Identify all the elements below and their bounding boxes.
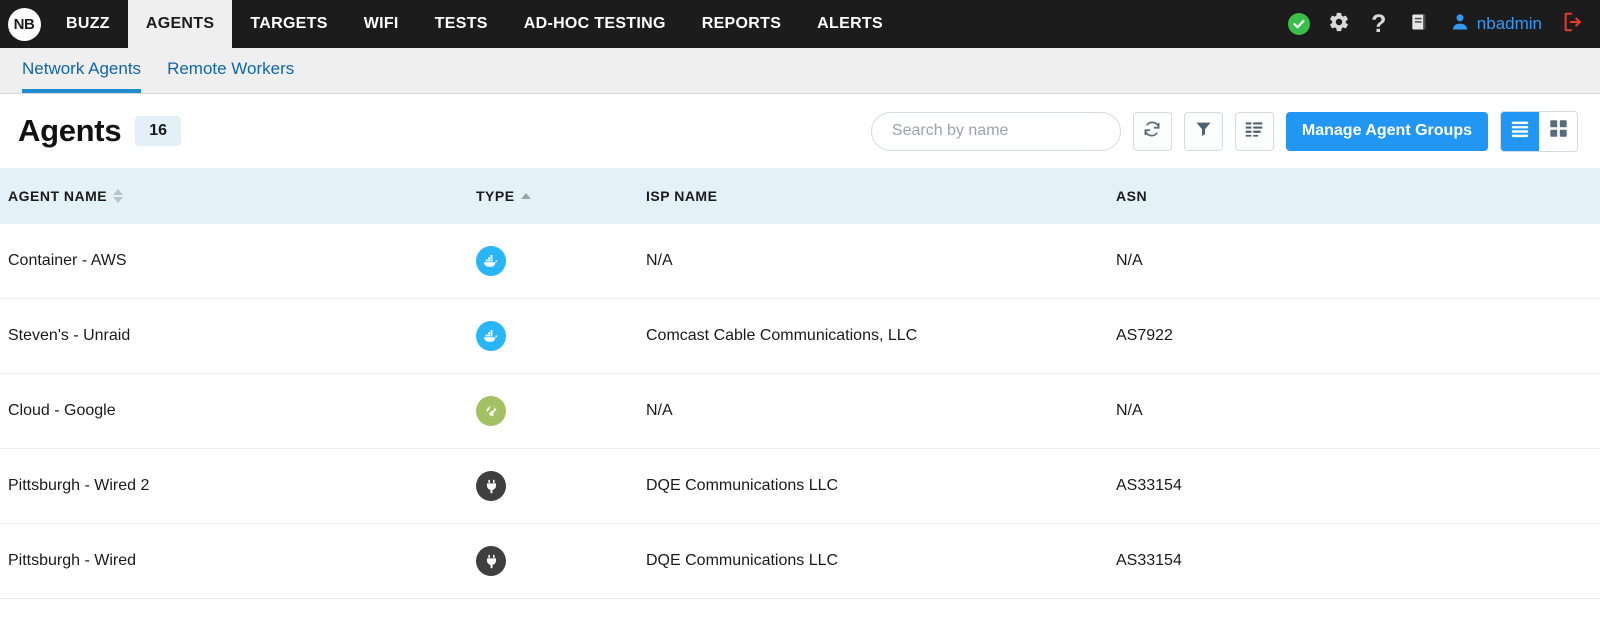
nav-item-agents[interactable]: AGENTS bbox=[128, 0, 232, 48]
nav-item-reports[interactable]: REPORTS bbox=[684, 0, 799, 48]
cell-isp-name: N/A bbox=[646, 252, 1116, 270]
search-input[interactable] bbox=[871, 112, 1121, 151]
cell-isp-name: Comcast Cable Communications, LLC bbox=[646, 327, 1116, 345]
settings-button[interactable] bbox=[1322, 7, 1356, 41]
cell-type bbox=[476, 246, 646, 276]
documentation-button[interactable] bbox=[1402, 7, 1436, 41]
cell-isp-name: DQE Communications LLC bbox=[646, 552, 1116, 570]
cell-asn: AS33154 bbox=[1116, 477, 1600, 495]
cell-asn: N/A bbox=[1116, 402, 1600, 420]
cell-asn: AS7922 bbox=[1116, 327, 1600, 345]
cell-asn: N/A bbox=[1116, 252, 1600, 270]
logout-button[interactable] bbox=[1556, 7, 1590, 41]
column-header-type[interactable]: TYPE bbox=[476, 188, 646, 204]
page-toolbar: Manage Agent Groups bbox=[871, 111, 1578, 152]
book-icon bbox=[1409, 12, 1429, 37]
cell-isp-name: N/A bbox=[646, 402, 1116, 420]
user-menu[interactable]: nbadmin bbox=[1442, 7, 1550, 41]
cloud-globe-icon bbox=[476, 396, 506, 426]
list-view-button[interactable] bbox=[1501, 112, 1539, 151]
table-header-row: AGENT NAME TYPE ISP NAME ASN bbox=[0, 168, 1600, 224]
manage-agent-groups-button[interactable]: Manage Agent Groups bbox=[1286, 112, 1488, 151]
nav-item-ad-hoc-testing[interactable]: AD-HOC TESTING bbox=[506, 0, 684, 48]
list-view-icon bbox=[1510, 120, 1530, 143]
gear-icon bbox=[1328, 11, 1350, 38]
nav-item-wifi[interactable]: WIFI bbox=[346, 0, 417, 48]
cell-isp-name: DQE Communications LLC bbox=[646, 477, 1116, 495]
sort-both-icon bbox=[113, 189, 123, 203]
cell-agent-name: Steven's - Unraid bbox=[0, 327, 476, 345]
nav-item-tests[interactable]: TESTS bbox=[417, 0, 506, 48]
primary-nav-items: BUZZ AGENTS TARGETS WIFI TESTS AD-HOC TE… bbox=[48, 0, 901, 48]
nav-item-alerts[interactable]: ALERTS bbox=[799, 0, 901, 48]
logo-text: NB bbox=[8, 8, 41, 41]
agents-table: AGENT NAME TYPE ISP NAME ASN Container -… bbox=[0, 168, 1600, 599]
docker-icon bbox=[476, 321, 506, 351]
view-mode-toggle bbox=[1500, 111, 1578, 152]
secondary-navigation: Network Agents Remote Workers bbox=[0, 48, 1600, 94]
column-settings-button[interactable] bbox=[1235, 112, 1274, 151]
cell-type bbox=[476, 471, 646, 501]
table-row[interactable]: Pittsburgh - Wired DQE Communications LL… bbox=[0, 524, 1600, 599]
column-header-type-label: TYPE bbox=[476, 188, 515, 204]
column-header-isp-name-label: ISP NAME bbox=[646, 188, 717, 204]
logout-icon bbox=[1562, 11, 1584, 38]
refresh-button[interactable] bbox=[1133, 112, 1172, 151]
top-nav-actions: ? nbadmin bbox=[1282, 0, 1600, 48]
cell-agent-name: Container - AWS bbox=[0, 252, 476, 270]
user-name-label: nbadmin bbox=[1477, 14, 1542, 34]
user-avatar-icon bbox=[1450, 12, 1470, 37]
page-title: Agents bbox=[18, 113, 121, 149]
help-button[interactable]: ? bbox=[1362, 7, 1396, 41]
column-header-agent-name[interactable]: AGENT NAME bbox=[0, 188, 476, 204]
power-plug-icon bbox=[476, 471, 506, 501]
status-button[interactable] bbox=[1282, 7, 1316, 41]
column-header-asn-label: ASN bbox=[1116, 188, 1147, 204]
docker-icon bbox=[476, 246, 506, 276]
refresh-icon bbox=[1142, 119, 1162, 144]
nav-item-targets[interactable]: TARGETS bbox=[232, 0, 345, 48]
table-row[interactable]: Container - AWS N/A N/A bbox=[0, 224, 1600, 299]
table-row[interactable]: Cloud - Google N/A N/A bbox=[0, 374, 1600, 449]
grid-view-button[interactable] bbox=[1539, 112, 1577, 151]
cell-type bbox=[476, 321, 646, 351]
question-mark-icon: ? bbox=[1371, 12, 1386, 37]
nav-item-buzz[interactable]: BUZZ bbox=[48, 0, 128, 48]
cell-asn: AS33154 bbox=[1116, 552, 1600, 570]
top-navigation-bar: NB BUZZ AGENTS TARGETS WIFI TESTS AD-HOC… bbox=[0, 0, 1600, 48]
cell-agent-name: Pittsburgh - Wired 2 bbox=[0, 477, 476, 495]
table-row[interactable]: Pittsburgh - Wired 2 DQE Communications … bbox=[0, 449, 1600, 524]
cell-type bbox=[476, 396, 646, 426]
grid-view-icon bbox=[1549, 119, 1568, 143]
check-circle-icon bbox=[1288, 13, 1310, 35]
filter-button[interactable] bbox=[1184, 112, 1223, 151]
table-row[interactable]: Steven's - Unraid Comcast Cable Communic… bbox=[0, 299, 1600, 374]
column-header-asn[interactable]: ASN bbox=[1116, 188, 1600, 204]
column-header-isp-name[interactable]: ISP NAME bbox=[646, 188, 1116, 204]
app-logo[interactable]: NB bbox=[0, 0, 48, 48]
filter-funnel-icon bbox=[1194, 119, 1213, 143]
tab-network-agents[interactable]: Network Agents bbox=[22, 59, 141, 93]
column-header-agent-name-label: AGENT NAME bbox=[8, 188, 107, 204]
column-settings-icon bbox=[1244, 119, 1264, 144]
agent-count-badge: 16 bbox=[135, 116, 181, 146]
tab-remote-workers[interactable]: Remote Workers bbox=[167, 59, 294, 93]
sort-ascending-icon bbox=[521, 193, 531, 199]
power-plug-icon bbox=[476, 546, 506, 576]
cell-agent-name: Cloud - Google bbox=[0, 402, 476, 420]
page-header: Agents 16 bbox=[0, 94, 1600, 168]
cell-type bbox=[476, 546, 646, 576]
cell-agent-name: Pittsburgh - Wired bbox=[0, 552, 476, 570]
